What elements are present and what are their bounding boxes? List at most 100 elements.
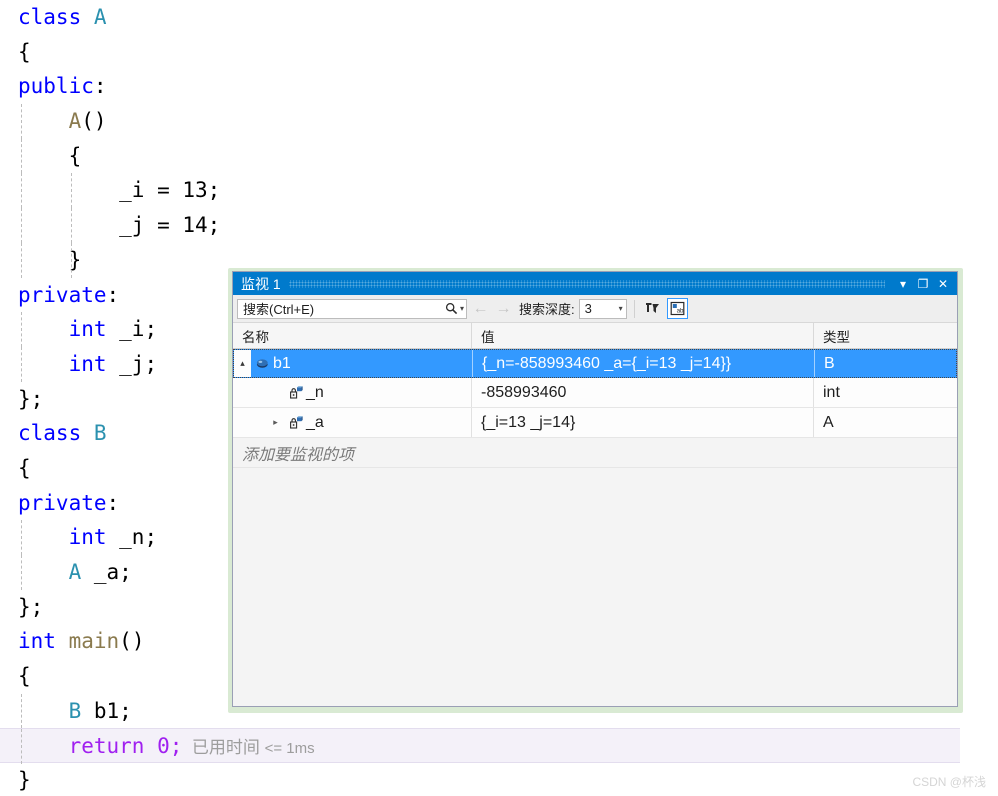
private-field-icon	[284, 415, 306, 430]
code-line[interactable]: A()	[0, 104, 998, 139]
code-token: A	[68, 560, 82, 584]
column-header-value[interactable]: 值	[471, 323, 813, 348]
code-token: return	[68, 734, 145, 759]
code-token: {	[18, 455, 31, 480]
code-token: A	[68, 109, 82, 134]
indent-guide	[21, 242, 23, 278]
code-token: {	[18, 664, 31, 689]
code-token: class	[18, 5, 94, 29]
code-token: 14	[182, 213, 208, 238]
code-token: 13	[182, 178, 208, 203]
code-token: int	[68, 351, 107, 376]
watch-row-value-cell[interactable]: -858993460	[471, 378, 813, 407]
code-token: {	[18, 143, 82, 168]
pin-filter-icon[interactable]	[642, 298, 663, 319]
code-token: ;	[207, 178, 221, 203]
code-token: int	[18, 629, 56, 654]
watermark: CSDN @杯浅	[912, 775, 986, 789]
watch-row-name-cell[interactable]: _n	[233, 378, 471, 407]
elapsed-time-annotation: 已用时间 <= 1ms	[182, 738, 315, 758]
search-back-arrow-icon[interactable]: ←	[471, 300, 490, 318]
watch-row-name-label: _n	[306, 383, 324, 401]
indent-guide	[21, 312, 23, 347]
code-token: ;	[207, 213, 221, 238]
watch-row-value-cell[interactable]: {_i=13 _j=14}	[471, 408, 813, 437]
code-token: :	[106, 490, 120, 515]
watch-row-type-cell: B	[814, 350, 956, 377]
watch-row-type-cell: A	[813, 408, 957, 437]
indent-guide	[21, 729, 23, 765]
column-header-name[interactable]: 名称	[233, 323, 471, 348]
search-depth-value: 3	[584, 301, 592, 316]
code-token: };	[18, 386, 44, 411]
search-forward-arrow-icon[interactable]: →	[494, 300, 513, 318]
watch-column-headers[interactable]: 名称 值 类型	[233, 323, 957, 349]
code-token: public	[18, 74, 94, 99]
watch-window[interactable]: 监视 1 ▾ ❐ ✕ 搜索(Ctrl+E) ▾ ← → 搜索深度: 3 ▾ ab…	[232, 271, 958, 707]
search-icon[interactable]	[445, 302, 458, 315]
code-token: _a;	[81, 560, 132, 584]
watch-toolbar[interactable]: 搜索(Ctrl+E) ▾ ← → 搜索深度: 3 ▾ ab	[233, 295, 957, 323]
code-line[interactable]: class A	[0, 0, 998, 35]
code-line[interactable]: {	[0, 138, 998, 174]
code-token: B	[93, 421, 107, 446]
collapse-triangle-icon[interactable]: ▴	[234, 350, 251, 377]
code-token: ()	[119, 629, 145, 654]
code-line[interactable]: }	[0, 763, 998, 796]
code-token: class	[18, 421, 94, 446]
code-token: private	[18, 490, 107, 515]
search-options-chevron-down-icon[interactable]: ▾	[460, 304, 464, 313]
indent-guide	[21, 346, 23, 382]
object-icon	[251, 356, 273, 371]
watch-title-bar[interactable]: 监视 1 ▾ ❐ ✕	[233, 272, 957, 295]
code-line[interactable]: _i = 13;	[0, 173, 998, 209]
code-token: _j;	[106, 351, 158, 376]
watch-row-name-label: b1	[273, 354, 291, 372]
chevron-down-icon: ▾	[618, 304, 623, 313]
search-depth-label: 搜索深度:	[519, 302, 575, 317]
watch-row[interactable]: ▸ _a {_i=13 _j=14} A	[233, 408, 957, 438]
elapsed-time-value: <= 1ms	[264, 740, 315, 758]
watch-row-name-cell[interactable]: ▸ _a	[233, 408, 471, 437]
code-line[interactable]: public:	[0, 69, 998, 104]
maximize-icon[interactable]: ❐	[913, 274, 933, 294]
code-token: :	[106, 282, 120, 307]
watch-row[interactable]: ▴ b1 {_n=-858993460 _a={_i=13 _j=14}} B	[233, 349, 957, 378]
title-bar-grip	[288, 279, 885, 288]
add-watch-item-row[interactable]: 添加要监视的项	[233, 438, 957, 468]
code-token: private	[18, 282, 107, 307]
search-depth-select[interactable]: 3 ▾	[578, 298, 627, 319]
code-token: A	[93, 5, 107, 29]
code-token: }	[18, 768, 31, 793]
watch-rows-container[interactable]: ▴ b1 {_n=-858993460 _a={_i=13 _j=14}} B _n -8…	[233, 349, 957, 706]
indent-guide	[21, 555, 23, 590]
code-token: ()	[81, 109, 107, 134]
expand-triangle-icon[interactable]: ▸	[267, 417, 284, 428]
chevron-down-icon[interactable]: ▾	[893, 274, 913, 294]
watch-row-name-cell[interactable]: ▴ b1	[234, 350, 472, 377]
indent-guide	[21, 104, 23, 139]
close-icon[interactable]: ✕	[933, 274, 953, 294]
search-placeholder-label: 搜索(Ctrl+E)	[243, 302, 315, 317]
code-token: :	[93, 74, 107, 99]
code-line[interactable]: _j = 14;	[0, 208, 998, 243]
watch-row-value-cell[interactable]: {_n=-858993460 _a={_i=13 _j=14}}	[472, 350, 814, 377]
code-token: main	[68, 629, 120, 654]
watch-row-name-label: _a	[306, 413, 324, 431]
code-token: _i =	[18, 178, 183, 203]
column-header-type[interactable]: 类型	[813, 323, 957, 348]
add-watch-item-placeholder: 添加要监视的项	[242, 446, 355, 464]
code-line[interactable]: {	[0, 35, 998, 70]
code-token: };	[18, 594, 44, 619]
watch-row[interactable]: _n -858993460 int	[233, 378, 957, 408]
search-input[interactable]: 搜索(Ctrl+E) ▾	[237, 298, 467, 319]
code-line[interactable]: return 0; 已用时间 <= 1ms	[0, 728, 960, 765]
code-token: 0	[157, 734, 170, 759]
toggle-ab-display-icon[interactable]: ab	[666, 298, 688, 319]
